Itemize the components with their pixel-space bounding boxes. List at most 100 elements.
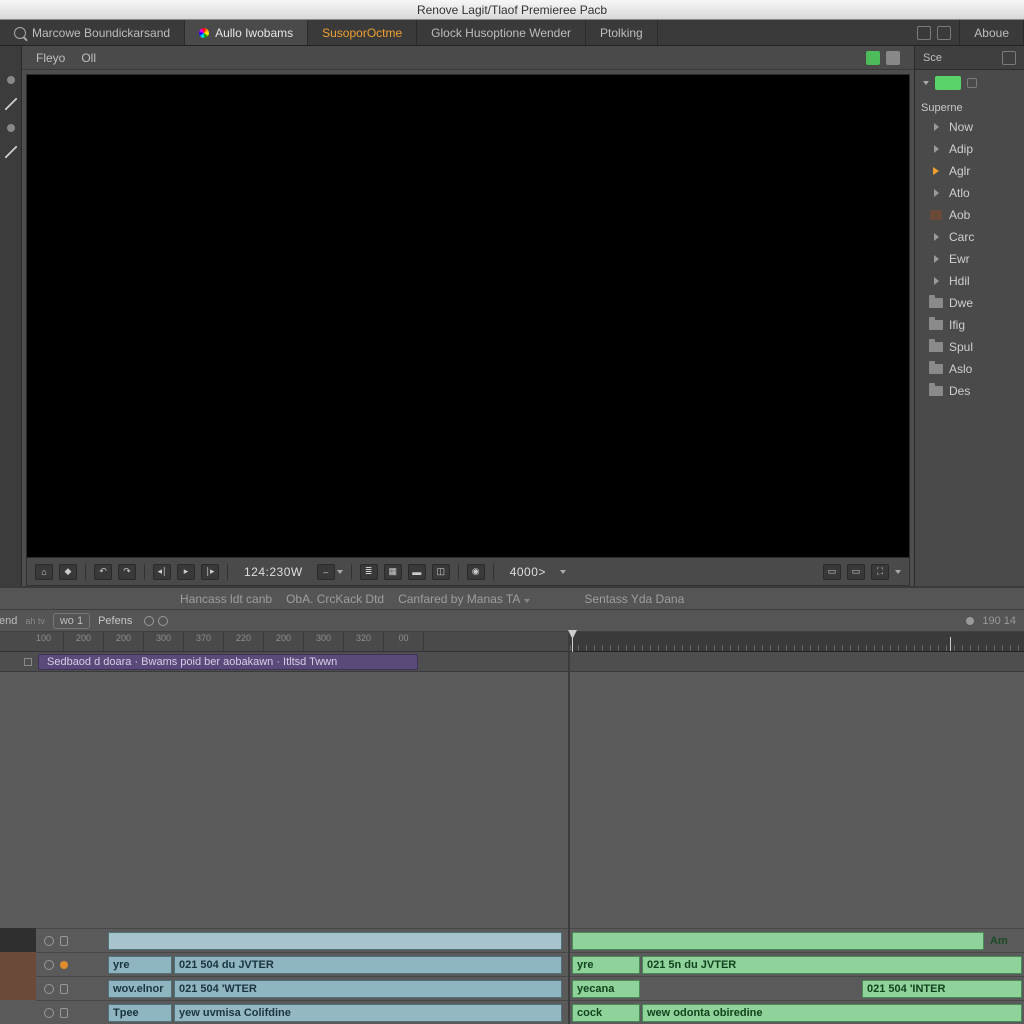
- track-value-cell[interactable]: yew uvmisa Colifdine: [174, 1004, 562, 1022]
- clip[interactable]: [572, 932, 984, 950]
- clip[interactable]: yre: [572, 956, 640, 974]
- settings-icon[interactable]: [886, 51, 900, 65]
- clip[interactable]: wew odonta obiredine: [642, 1004, 1022, 1022]
- tool-icon[interactable]: [7, 124, 15, 132]
- lock-icon[interactable]: [60, 1008, 68, 1018]
- pin-icon[interactable]: [966, 617, 974, 625]
- asset-item[interactable]: Ifig: [915, 314, 1024, 336]
- step-fwd-icon[interactable]: ∣▸: [201, 564, 219, 580]
- asset-label: Atlo: [949, 186, 970, 200]
- workspace-tab-3[interactable]: SusoporOctme: [308, 20, 417, 45]
- track-span-clip[interactable]: [108, 932, 562, 950]
- layout-icon[interactable]: [917, 26, 931, 40]
- tool-icon[interactable]: [5, 146, 17, 158]
- asset-item[interactable]: Des: [915, 380, 1024, 402]
- render-status-icon[interactable]: [866, 51, 880, 65]
- disclosure-icon: [929, 143, 943, 155]
- workspace-tab-search[interactable]: Marcowe Boundickarsand: [0, 20, 185, 45]
- visibility-icon[interactable]: [44, 936, 54, 946]
- video-viewport[interactable]: [26, 74, 910, 558]
- keyframe-icon[interactable]: [158, 616, 168, 626]
- clip[interactable]: 021 5n du JVTER: [642, 956, 1022, 974]
- layout-icon-2[interactable]: [937, 26, 951, 40]
- left-toolbar: [0, 46, 22, 586]
- visibility-icon[interactable]: [44, 1008, 54, 1018]
- asset-item[interactable]: Adip: [915, 138, 1024, 160]
- folder-icon: [929, 341, 943, 353]
- toolbar-chip[interactable]: wo 1: [53, 613, 90, 629]
- asset-item[interactable]: Aglr: [915, 160, 1024, 182]
- globe-icon[interactable]: ◉: [467, 564, 485, 580]
- asset-item[interactable]: Now: [915, 116, 1024, 138]
- sequence-clip[interactable]: Sedbaod d doara · Bwams poid ber aobakaw…: [38, 654, 418, 670]
- chevron-down-icon[interactable]: [923, 81, 929, 85]
- asset-item[interactable]: Atlo: [915, 182, 1024, 204]
- meta-field[interactable]: Canfared by Manas TA: [398, 592, 530, 606]
- lock-icon[interactable]: [60, 936, 68, 946]
- toolbar-dropdown[interactable]: Pefens: [98, 615, 136, 627]
- asset-label: Carc: [949, 230, 974, 244]
- timeline-ruler-left[interactable]: 10020020030037022020030032000: [0, 632, 568, 652]
- fullscreen-icon[interactable]: ⛶: [871, 564, 889, 580]
- visibility-icon[interactable]: [44, 984, 54, 994]
- track-value-cell[interactable]: 021 504 'WTER: [174, 980, 562, 998]
- asset-item[interactable]: Aslo: [915, 358, 1024, 380]
- track-value-cell[interactable]: 021 504 du JVTER: [174, 956, 562, 974]
- option-label[interactable]: Oll: [81, 51, 96, 65]
- step-back-icon[interactable]: ◂∣: [153, 564, 171, 580]
- workspace-tab-5[interactable]: Ptolking: [586, 20, 658, 45]
- tool-icon[interactable]: [5, 98, 17, 110]
- track-thumbnail[interactable]: [0, 928, 36, 952]
- marker-icon[interactable]: ◆: [59, 564, 77, 580]
- clip[interactable]: cock: [572, 1004, 640, 1022]
- monitor-icon[interactable]: ▭: [823, 564, 841, 580]
- keyframe-icon[interactable]: [144, 616, 154, 626]
- dual-view-icon[interactable]: ◫: [432, 564, 450, 580]
- play-icon[interactable]: ▸: [177, 564, 195, 580]
- expand-icon[interactable]: [24, 658, 32, 666]
- ruler-tick: 220: [224, 632, 264, 651]
- workspace-tab-color[interactable]: Aullo Iwobams: [185, 20, 308, 45]
- home-icon[interactable]: ⌂: [35, 564, 53, 580]
- disclosure-icon: [929, 231, 943, 243]
- timecode-dropdown[interactable]: –: [317, 564, 343, 580]
- track-name-cell[interactable]: Tpee: [108, 1004, 172, 1022]
- clip[interactable]: yecana: [572, 980, 640, 998]
- record-icon[interactable]: [60, 961, 68, 969]
- timeline-ruler-right[interactable]: [570, 632, 1024, 652]
- square-icon[interactable]: [967, 78, 977, 88]
- clip[interactable]: 021 504 'INTER: [862, 980, 1022, 998]
- playback-rate[interactable]: 4000>: [502, 565, 554, 579]
- track-name-cell[interactable]: yre: [108, 956, 172, 974]
- track-thumbnail[interactable]: [0, 976, 36, 1000]
- undo-icon[interactable]: ↶: [94, 564, 112, 580]
- redo-icon[interactable]: ↷: [118, 564, 136, 580]
- timecode-display[interactable]: 124:230W: [236, 565, 311, 579]
- asset-item[interactable]: Spul: [915, 336, 1024, 358]
- panel-menu-icon[interactable]: [1002, 51, 1016, 65]
- playhead-icon[interactable]: [572, 632, 573, 652]
- asset-item[interactable]: Dwe: [915, 292, 1024, 314]
- visibility-icon[interactable]: [44, 960, 54, 970]
- track-thumbnail[interactable]: [0, 952, 36, 976]
- tool-icon[interactable]: [7, 76, 15, 84]
- list-view-icon[interactable]: ≣: [360, 564, 378, 580]
- asset-item[interactable]: Carc: [915, 226, 1024, 248]
- lock-icon[interactable]: [60, 984, 68, 994]
- workspace-tab-strip: Marcowe Boundickarsand Aullo Iwobams Sus…: [0, 20, 1024, 46]
- workspace-tab-about[interactable]: Aboue: [959, 20, 1024, 45]
- chevron-down-icon[interactable]: [895, 570, 901, 574]
- option-label[interactable]: Fleyo: [36, 51, 65, 65]
- timeline-empty-area[interactable]: [0, 672, 568, 928]
- grid-view-icon[interactable]: ▦: [384, 564, 402, 580]
- timeline-empty-area-right[interactable]: [570, 672, 1024, 928]
- asset-item[interactable]: Aob: [915, 204, 1024, 226]
- single-view-icon[interactable]: ▬: [408, 564, 426, 580]
- chevron-down-icon[interactable]: [560, 570, 566, 574]
- asset-item[interactable]: Ewr: [915, 248, 1024, 270]
- asset-item[interactable]: Hdil: [915, 270, 1024, 292]
- filter-chip-icon[interactable]: [935, 76, 961, 90]
- track-name-cell[interactable]: wov.elnor: [108, 980, 172, 998]
- workspace-tab-4[interactable]: Glock Husoptione Wender: [417, 20, 586, 45]
- monitor-icon-2[interactable]: ▭: [847, 564, 865, 580]
